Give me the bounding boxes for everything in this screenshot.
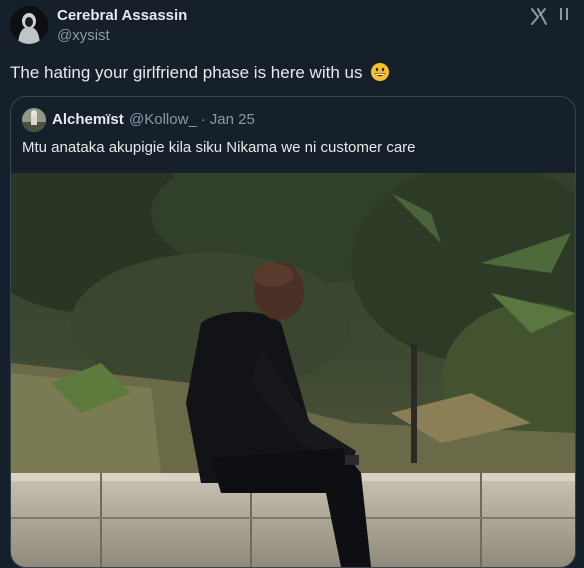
man-in-black-jacket-sitting-on-stone-wall-photo xyxy=(11,143,575,567)
grinning-face-emoji-icon xyxy=(370,62,390,87)
quoted-text: Mtu anataka akupigie kila siku Nikama we… xyxy=(22,139,416,156)
tweet-card: Cerebral Assassin @xysist The hating you… xyxy=(0,0,584,568)
author-name[interactable]: Cerebral Assassin xyxy=(57,7,187,24)
meta-separator: · xyxy=(200,111,206,128)
quoted-meta: @Kollow_ · Jan 25 xyxy=(129,111,255,128)
hooded-figure-avatar-image xyxy=(10,6,48,44)
tweet-text: The hating your girlfriend phase is here… xyxy=(10,63,363,82)
x-logo-icon[interactable] xyxy=(529,6,549,26)
quoted-author-name[interactable]: Alchemïst xyxy=(52,111,124,128)
quoted-photo[interactable] xyxy=(11,143,575,567)
more-icon[interactable] xyxy=(555,4,575,24)
quoted-date[interactable]: Jan 25 xyxy=(210,111,255,128)
quoted-author-avatar[interactable] xyxy=(22,108,46,132)
author-handle[interactable]: @xysist xyxy=(57,27,110,44)
tweet-text-line: The hating your girlfriend phase is here… xyxy=(10,62,390,87)
quoted-avatar-image xyxy=(22,108,46,132)
author-avatar[interactable] xyxy=(10,6,48,44)
quoted-tweet[interactable]: Alchemïst @Kollow_ · Jan 25 Mtu anataka ak… xyxy=(10,96,576,568)
quoted-author-handle[interactable]: @Kollow_ xyxy=(129,111,197,128)
